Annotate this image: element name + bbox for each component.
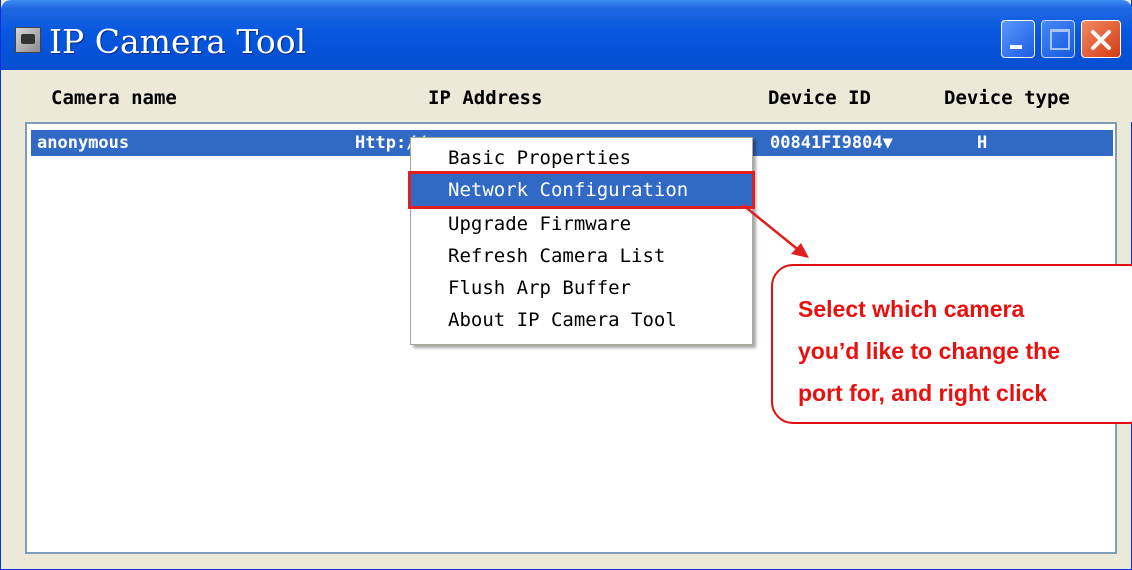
ip-camera-tool-window: IP Camera Tool Camera name IP Address De… bbox=[0, 0, 1132, 570]
callout-line-3: port for, and right click bbox=[798, 380, 1048, 406]
annotation-callout: Select which camera you’d like to change… bbox=[771, 264, 1132, 424]
callout-line-2: you’d like to change the bbox=[798, 338, 1060, 364]
callout-line-1: Select which camera bbox=[798, 296, 1025, 322]
